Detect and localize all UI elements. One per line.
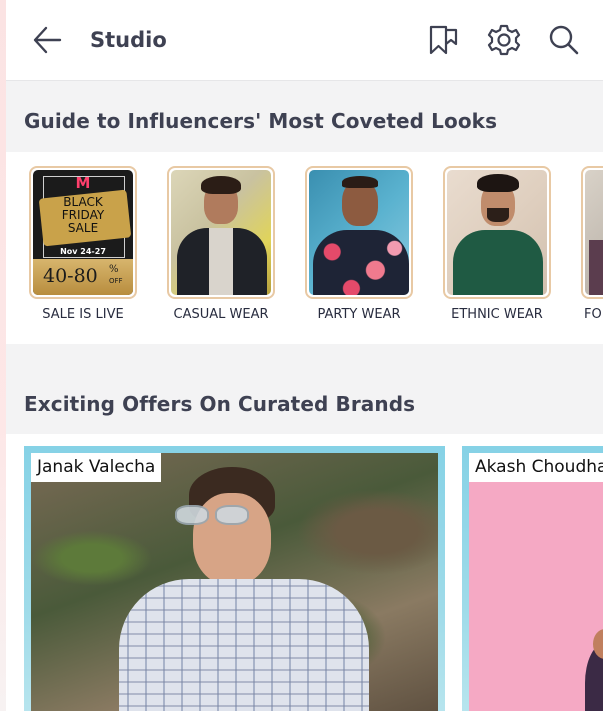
look-thumbnail-frame: M BLACK FRIDAY SALE Nov 24-27 40-80 % OF…: [29, 166, 137, 299]
arrow-left-icon: [33, 26, 62, 54]
look-label: CASUAL WEAR: [173, 307, 269, 322]
look-item-casual[interactable]: CASUAL WEAR: [166, 166, 276, 322]
offer-card[interactable]: Janak Valecha: [24, 446, 445, 711]
look-label: SALE IS LIVE: [42, 307, 124, 322]
look-thumbnail-frame: [581, 166, 603, 299]
look-thumbnail-frame: [305, 166, 413, 299]
offer-card-name: Akash Choudha: [469, 453, 603, 482]
look-label: FO: [584, 307, 602, 322]
sale-banner-off: OFF: [109, 277, 123, 285]
search-icon: [549, 25, 579, 55]
sale-banner-image: M BLACK FRIDAY SALE Nov 24-27 40-80 % OF…: [33, 170, 133, 295]
sale-banner-line3: SALE: [67, 221, 99, 235]
looks-section-title: Guide to Influencers' Most Coveted Looks: [24, 109, 498, 133]
settings-button[interactable]: [484, 20, 524, 60]
look-item-partial[interactable]: FO: [580, 166, 603, 322]
offers-carousel[interactable]: Janak Valecha Akash Choudha: [6, 434, 603, 711]
back-button[interactable]: [30, 22, 70, 58]
look-thumbnail-frame: [443, 166, 551, 299]
look-item-sale[interactable]: M BLACK FRIDAY SALE Nov 24-27 40-80 % OF…: [28, 166, 138, 322]
casual-wear-image: [171, 170, 271, 295]
look-5-image: [585, 170, 603, 295]
look-label: ETHNIC WEAR: [451, 307, 543, 322]
sale-banner-dates: Nov 24-27: [60, 247, 106, 256]
bookmark-button[interactable]: [424, 20, 464, 60]
app-header: Studio: [6, 0, 603, 81]
party-wear-image: [309, 170, 409, 295]
looks-carousel[interactable]: M BLACK FRIDAY SALE Nov 24-27 40-80 % OF…: [6, 152, 603, 344]
look-item-ethnic[interactable]: ETHNIC WEAR: [442, 166, 552, 322]
offer-card[interactable]: Akash Choudha: [462, 446, 603, 711]
sale-banner-discount: 40-80: [43, 265, 98, 287]
search-button[interactable]: [544, 20, 584, 60]
page-title: Studio: [90, 28, 167, 52]
sale-banner-percent: %: [109, 264, 119, 275]
look-label: PARTY WEAR: [317, 307, 401, 322]
look-item-party[interactable]: PARTY WEAR: [304, 166, 414, 322]
offer-card-image: Janak Valecha: [31, 453, 438, 711]
ethnic-wear-image: [447, 170, 547, 295]
gear-icon: [487, 24, 521, 56]
bookmark-icon: [429, 25, 458, 55]
offer-card-name: Janak Valecha: [31, 453, 162, 482]
offer-card-image: Akash Choudha: [469, 453, 603, 711]
look-thumbnail-frame: [167, 166, 275, 299]
offers-section-title: Exciting Offers On Curated Brands: [24, 392, 416, 416]
